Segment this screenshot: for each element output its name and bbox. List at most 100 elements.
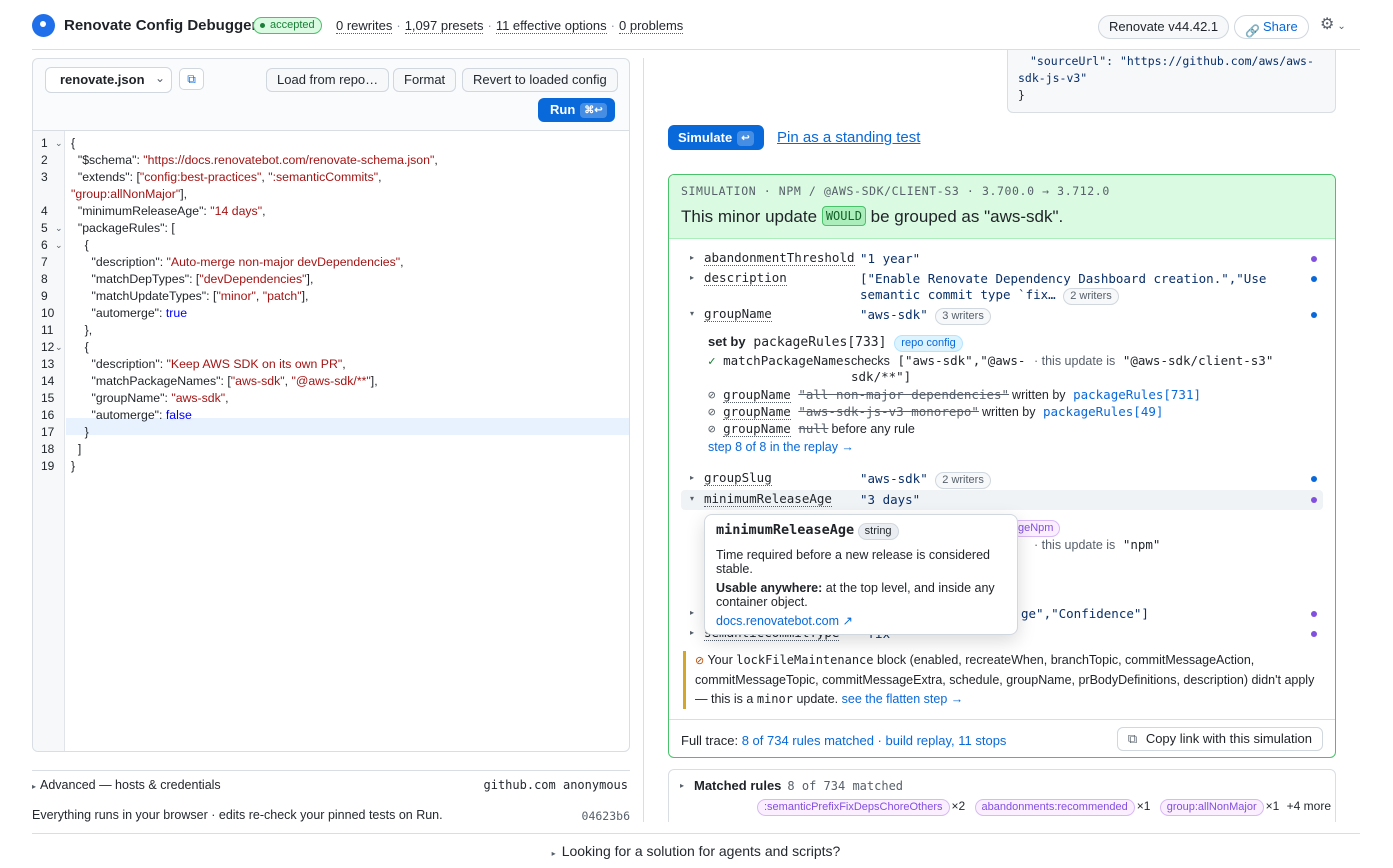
full-trace-link[interactable]: 8 of 734 rules matched · build replay, 1… <box>742 733 1007 748</box>
footer-note: Everything runs in your browser · edits … <box>32 808 443 822</box>
simulation-footer: Full trace: 8 of 734 rules matched · bui… <box>669 719 1335 757</box>
code-token: "Auto-merge non-major devDependencies" <box>166 255 401 269</box>
caret-right-icon[interactable]: ▸ <box>680 781 684 790</box>
option-name[interactable]: groupName <box>704 307 772 322</box>
code-token: "aws-sdk" <box>230 374 285 388</box>
fold-icon[interactable]: ⌄ <box>55 223 63 234</box>
writer-dot <box>1311 476 1317 482</box>
option-row-groupslug[interactable]: ▸ groupSlug "aws-sdk" 2 writers <box>681 469 1323 489</box>
code-line[interactable]: } <box>71 458 75 475</box>
load-from-repo-button[interactable]: Load from repo… <box>266 68 390 92</box>
chevron-down-icon: ⌄ <box>1337 21 1346 32</box>
code-token: { <box>71 340 89 354</box>
code-line[interactable]: "group:allNonMajor"], <box>71 186 187 203</box>
rewrites-link[interactable]: 0 rewrites <box>336 18 393 34</box>
code-line[interactable]: } <box>71 424 89 441</box>
code-line[interactable]: "matchUpdateTypes": ["minor", "patch"], <box>71 288 308 305</box>
copy-button[interactable]: ⧉ <box>179 68 204 90</box>
code-line[interactable]: "automerge": true <box>71 305 187 322</box>
code-token: "$schema": <box>71 153 144 167</box>
fold-icon[interactable]: ⌄ <box>55 342 63 353</box>
writers-badge[interactable]: 2 writers <box>1063 288 1119 305</box>
shadowed-row: ⊘ groupName "all non-major dependencies"… <box>708 387 1201 403</box>
option-tooltip: minimumReleaseAge string Time required b… <box>704 514 1018 635</box>
option-name[interactable]: abandonmentThreshold <box>704 251 855 266</box>
writers-badge[interactable]: 3 writers <box>935 308 991 325</box>
shadowed-name: groupName <box>723 387 791 403</box>
rule-tag[interactable]: abandonments:recommended <box>974 799 1135 816</box>
flatten-step-link[interactable]: see the flatten step → <box>842 692 964 706</box>
code-line[interactable]: "description": "Auto-merge non-major dev… <box>71 254 403 271</box>
simulate-button[interactable]: Simulate ↩ <box>668 125 764 150</box>
code-line[interactable]: "$schema": "https://docs.renovatebot.com… <box>71 152 438 169</box>
more-rules-link[interactable]: +4 more <box>1287 799 1331 813</box>
code-editor[interactable]: 1 2 3 4 5 6 7 8 9 10 11 12 13 14 15 16 1… <box>32 130 630 752</box>
code-line[interactable]: "minimumReleaseAge": "14 days", <box>71 203 266 220</box>
code-line[interactable]: "packageRules": [ <box>71 220 175 237</box>
copy-link-label: Copy link with this simulation <box>1145 731 1312 746</box>
shadowed-value: "all non-major dependencies" <box>798 387 1010 402</box>
code-line[interactable]: "matchDepTypes": ["devDependencies"], <box>71 271 313 288</box>
replay-step-link[interactable]: step 8 of 8 in the replay → <box>708 440 854 455</box>
tooltip-usable: Usable anywhere: at the top level, and i… <box>716 581 1006 609</box>
docs-link[interactable]: docs.renovatebot.com ↗ <box>716 614 1006 628</box>
minage-check-result: · this update is "npm" <box>1034 537 1160 553</box>
matched-rules-count: 8 of 734 matched <box>787 779 904 793</box>
code-line[interactable]: "automerge": false <box>71 407 191 424</box>
rule-tag[interactable]: :semanticPrefixFixDepsChoreOthers <box>757 799 950 816</box>
agents-toggle[interactable]: ▸ Looking for a solution for agents and s… <box>32 833 1360 859</box>
code-line[interactable]: "matchPackageNames": ["aws-sdk", "@aws-s… <box>71 373 377 390</box>
option-row-abandonment[interactable]: ▸ abandonmentThreshold "1 year" <box>681 249 1323 269</box>
writer-dot <box>1311 256 1317 262</box>
line-number: 18 <box>41 442 55 456</box>
code-line[interactable]: "groupName": "aws-sdk", <box>71 390 228 407</box>
fold-icon[interactable]: ⌄ <box>55 240 63 251</box>
format-button[interactable]: Format <box>393 68 457 92</box>
settings-button[interactable]: ⚙ ⌄ <box>1320 14 1360 40</box>
copy-link-button[interactable]: ⧉ Copy link with this simulation <box>1116 727 1323 751</box>
writers-badge[interactable]: 2 writers <box>935 472 991 489</box>
shadowed-value: null <box>798 421 829 436</box>
option-row-description[interactable]: ▸ description ["Enable Renovate Dependen… <box>681 269 1323 305</box>
matched-rules-title[interactable]: Matched rules 8 of 734 matched <box>694 778 903 793</box>
option-name[interactable]: minimumReleaseAge <box>704 492 832 507</box>
run-button[interactable]: Run ⌘↩ <box>538 98 615 122</box>
option-row-minimumreleaseage[interactable]: ▾ minimumReleaseAge "3 days" <box>681 490 1323 510</box>
logo-icon <box>32 14 55 37</box>
code-token: "automerge": <box>71 306 166 320</box>
code-line[interactable]: { <box>71 135 75 152</box>
revert-button[interactable]: Revert to loaded config <box>462 68 618 92</box>
pin-test-link[interactable]: Pin as a standing test <box>777 129 920 146</box>
code-line[interactable]: { <box>71 339 89 356</box>
code-token: } <box>71 425 89 439</box>
line-gutter: 1 2 3 4 5 6 7 8 9 10 11 12 13 14 15 16 1… <box>33 131 65 751</box>
code-token: , <box>378 170 382 184</box>
option-row-groupname[interactable]: ▾ groupName "aws-sdk" 3 writers <box>681 305 1323 325</box>
code-line[interactable]: { <box>71 237 89 254</box>
problems-link[interactable]: 0 problems <box>619 18 684 34</box>
option-name[interactable]: groupSlug <box>704 471 772 486</box>
code-line[interactable]: "description": "Keep AWS SDK on its own … <box>71 356 345 373</box>
matched-rules-label: Matched rules <box>694 778 782 793</box>
simulation-pane: "sourceUrl": "https://github.com/aws/aws… <box>657 50 1357 822</box>
code-line[interactable]: "extends": ["config:best-practices", ":s… <box>71 169 382 186</box>
fold-icon[interactable]: ⌄ <box>55 138 63 149</box>
rule-link[interactable]: packageRules[731] <box>1073 387 1201 402</box>
pane-divider[interactable] <box>643 58 644 822</box>
simulation-card: SIMULATION · NPM / @AWS-SDK/CLIENT-S3 · … <box>668 174 1336 758</box>
file-select[interactable]: renovate.json ⌄ <box>45 67 172 93</box>
option-value: ["Enable Renovate Dependency Dashboard c… <box>860 271 1266 305</box>
lockfile-text: update. <box>796 692 839 706</box>
effective-options-link[interactable]: 11 effective options <box>495 18 607 34</box>
option-value-line: ["Enable Renovate Dependency Dashboard c… <box>860 271 1267 286</box>
rule-link[interactable]: packageRules[49] <box>1043 404 1163 419</box>
rule-tag[interactable]: group:allNonMajor <box>1159 799 1264 816</box>
code-line[interactable]: ] <box>71 441 81 458</box>
advanced-toggle[interactable]: ▸ Advanced — hosts & credentials github.c… <box>32 770 630 792</box>
share-button[interactable]: 🔗 Share <box>1234 15 1309 39</box>
version-button[interactable]: Renovate v44.42.1 <box>1098 15 1230 39</box>
code-line[interactable]: }, <box>71 322 93 339</box>
presets-link[interactable]: 1,097 presets <box>404 18 484 34</box>
writer-dot <box>1311 497 1317 503</box>
option-name[interactable]: description <box>704 271 787 286</box>
